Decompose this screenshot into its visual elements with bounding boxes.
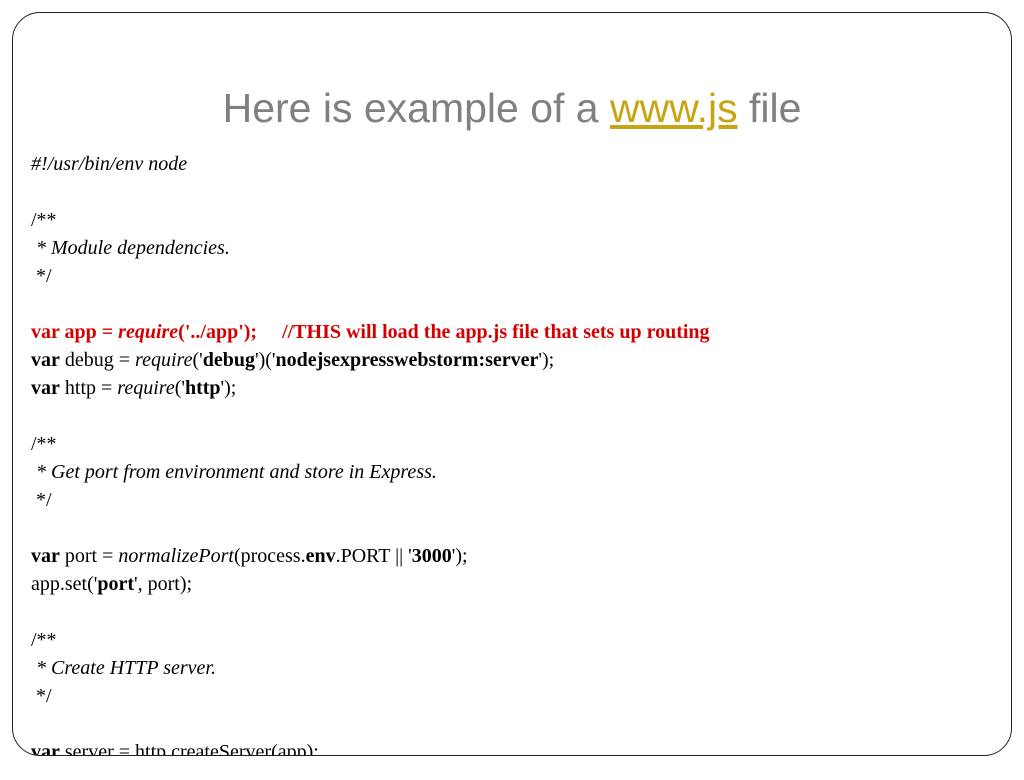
code-line: /**: [31, 433, 57, 455]
code-line: var http = require('http');: [31, 377, 236, 399]
code-line: var port = normalizePort(process.env.POR…: [31, 545, 468, 567]
title-link[interactable]: www.js: [610, 85, 738, 131]
code-line: var server = http.createServer(app);: [31, 741, 319, 756]
code-line: */: [31, 685, 52, 707]
title-suffix: file: [738, 85, 802, 131]
code-line: #!/usr/bin/env node: [31, 153, 187, 175]
code-block: #!/usr/bin/env node /** * Module depende…: [31, 150, 1011, 756]
code-line: /**: [31, 209, 57, 231]
code-line: var debug = require('debug')('nodejsexpr…: [31, 349, 554, 371]
slide-card: Here is example of a www.js file #!/usr/…: [12, 12, 1012, 756]
title-prefix: Here is example of a: [223, 85, 610, 131]
slide-title: Here is example of a www.js file: [13, 85, 1011, 132]
code-line: app.set('port', port);: [31, 573, 192, 595]
code-line: * Get port from environment and store in…: [31, 461, 437, 483]
code-line: */: [31, 489, 52, 511]
code-line: * Create HTTP server.: [31, 657, 216, 679]
code-line: /**: [31, 629, 57, 651]
code-line: */: [31, 265, 52, 287]
code-line-highlight: var app = require('../app'); //THIS will…: [31, 321, 710, 343]
code-line: * Module dependencies.: [31, 237, 230, 259]
